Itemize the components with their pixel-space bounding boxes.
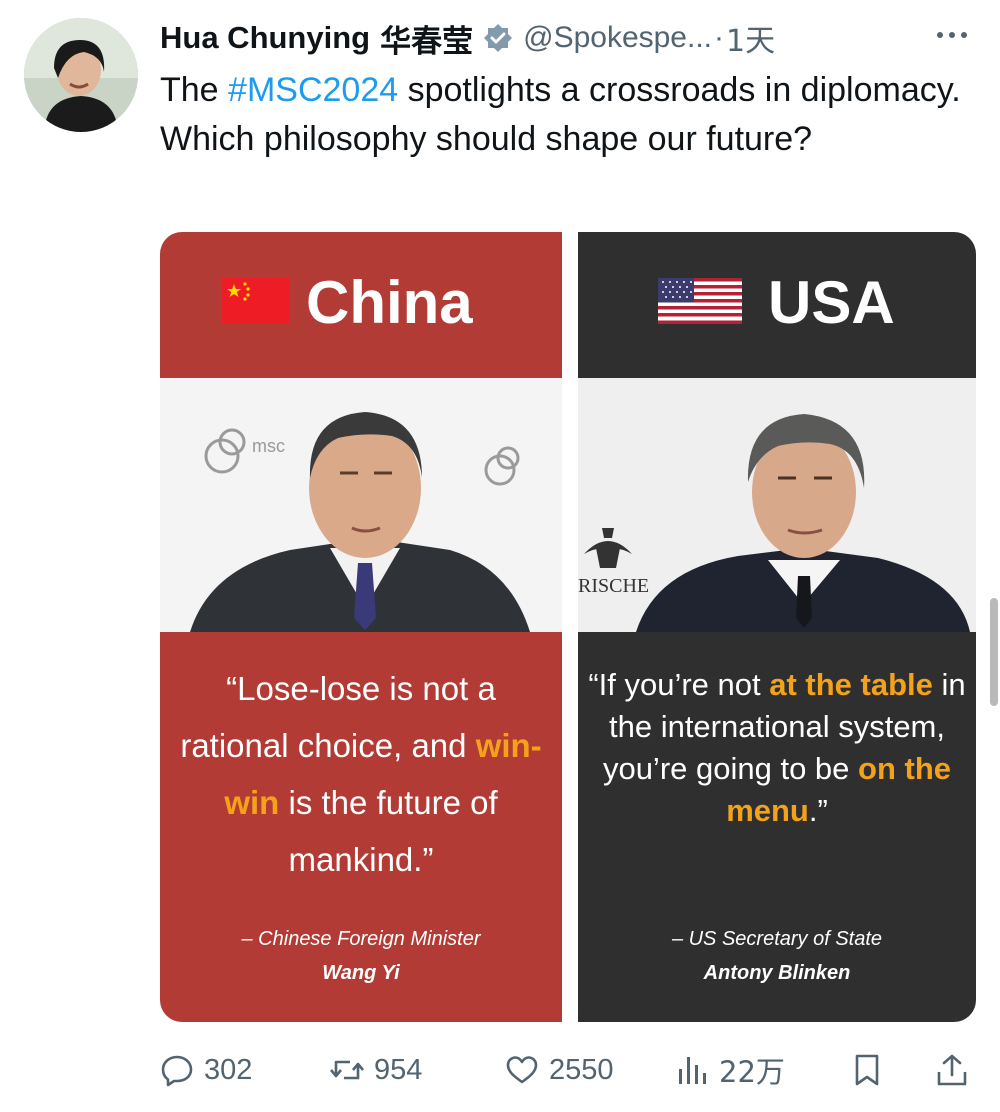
photo-sign-text: RISCHE (578, 575, 649, 597)
reply-count: 302 (204, 1053, 253, 1086)
heart-icon (506, 1056, 538, 1084)
author-name-chinese[interactable]: 华春莹 (380, 16, 473, 61)
usa-attribution: – US Secretary of State Antony Blinken (598, 922, 956, 990)
views-chart-icon (679, 1057, 706, 1084)
author-handle[interactable]: @Spokespe... (523, 21, 712, 55)
china-quote: “Lose-lose is not a rational choice, and… (170, 660, 552, 888)
reply-button[interactable]: 302 (160, 1042, 252, 1098)
usa-attrib-name: Antony Blinken (703, 962, 851, 984)
bookmark-button[interactable] (850, 1042, 894, 1098)
share-button[interactable] (935, 1042, 979, 1098)
reply-icon (161, 1055, 193, 1087)
bookmark-icon (855, 1054, 879, 1086)
china-attrib-name: Wang Yi (322, 962, 400, 984)
header-separator: · (714, 21, 725, 54)
china-title: China (306, 269, 473, 336)
hashtag-link[interactable]: #MSC2024 (228, 71, 398, 109)
tweet-media-image[interactable]: China msc “Lose-lose is not a rational c… (160, 232, 976, 1022)
tweet-text: The #MSC2024 spotlights a crossroads in … (160, 66, 980, 164)
verified-badge-icon (483, 23, 513, 53)
tweet-time[interactable]: 1天 (726, 16, 775, 60)
scrollbar[interactable] (990, 598, 998, 706)
usa-panel: USA RISCHE “If you’re not at the table i… (578, 232, 976, 1022)
wang-yi-photo: msc (160, 378, 562, 632)
tweet-action-bar: 302 954 2550 22万 (160, 1042, 980, 1098)
china-panel: China msc “Lose-lose is not a rational c… (160, 232, 562, 1022)
usa-quote-highlight-1: at the table (769, 667, 933, 702)
china-quote-text-2: is the future of mankind.” (279, 784, 498, 878)
retweet-count: 954 (374, 1053, 423, 1086)
author-name[interactable]: Hua Chunying (160, 20, 370, 56)
usa-title: USA (768, 269, 895, 336)
usa-quote-text-1: “If you’re not (588, 667, 770, 702)
avatar-photo (24, 18, 138, 132)
more-options-icon[interactable] (930, 20, 974, 50)
author-avatar[interactable] (24, 18, 138, 132)
like-count: 2550 (549, 1053, 614, 1086)
usa-flag-icon (658, 278, 742, 324)
tweet-header: Hua Chunying 华春莹 @Spokespe... · 1天 (160, 12, 775, 64)
usa-quote: “If you’re not at the table in the inter… (586, 664, 968, 832)
retweet-icon (330, 1060, 364, 1080)
views-button[interactable]: 22万 (675, 1042, 785, 1098)
usa-attrib-role: – US Secretary of State (671, 928, 883, 950)
views-count: 22万 (719, 1055, 785, 1089)
china-flag-icon (222, 278, 290, 323)
china-quote-text-1: “Lose-lose is not a rational choice, and (180, 670, 496, 764)
msc-logo-text: msc (252, 436, 285, 456)
retweet-button[interactable]: 954 (330, 1042, 422, 1098)
china-attribution: – Chinese Foreign Minister Wang Yi (180, 922, 542, 990)
like-button[interactable]: 2550 (505, 1042, 614, 1098)
share-icon (937, 1054, 967, 1086)
usa-quote-text-3: .” (808, 793, 828, 828)
china-attrib-role: – Chinese Foreign Minister (241, 928, 481, 950)
tweet-text-start: The (160, 71, 229, 109)
antony-blinken-photo: RISCHE (578, 378, 976, 632)
